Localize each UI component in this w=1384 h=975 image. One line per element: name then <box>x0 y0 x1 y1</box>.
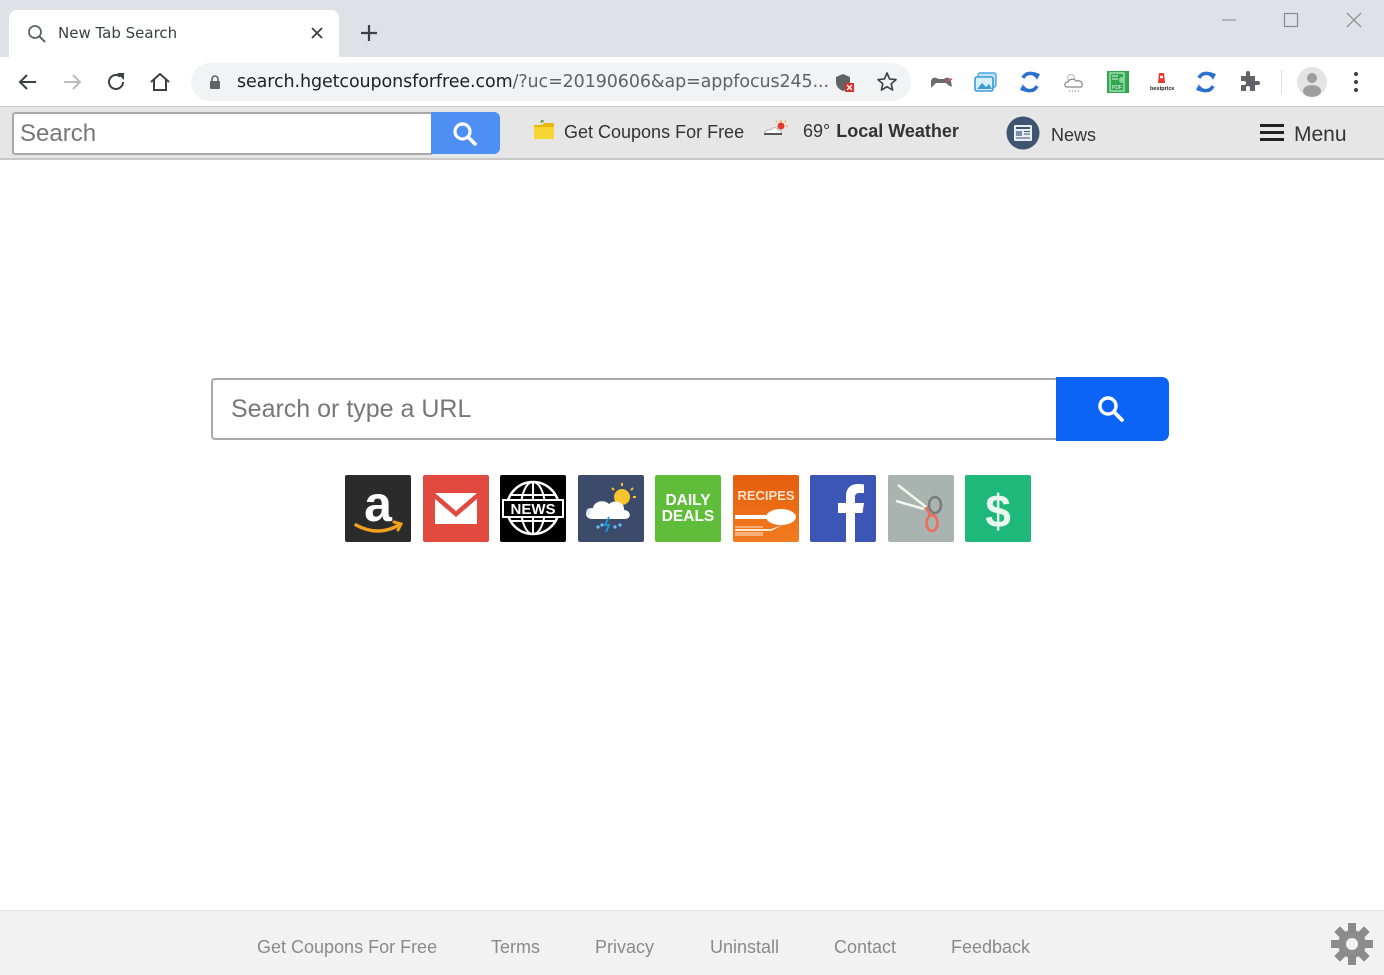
tab-title: New Tab Search <box>58 24 178 42</box>
toolbar-search-input[interactable] <box>14 114 432 153</box>
main-search-box[interactable] <box>211 378 1057 440</box>
svg-text:PDF: PDF <box>1112 85 1122 91</box>
svg-text:a: a <box>364 476 393 532</box>
news-link-label: News <box>1051 125 1097 145</box>
partly-cloudy-icon <box>763 120 789 143</box>
toolbar-search-button[interactable] <box>431 112 500 154</box>
daily-deals-label: DAILY DEALS <box>661 491 715 525</box>
back-icon[interactable] <box>15 69 41 95</box>
toolbar-separator <box>1281 70 1282 94</box>
sync-icon-2[interactable] <box>1193 69 1219 95</box>
url-path: /?uc=20190606&ap=appfocus245... <box>512 72 830 92</box>
dollar-icon: $ <box>985 485 1011 537</box>
browser-toolbar: search.hgetcouponsforfree.com/?uc=201906… <box>0 57 1384 107</box>
more-options-icon[interactable] <box>1344 69 1368 95</box>
weather-temperature: 69° <box>803 121 831 141</box>
daily-deals-line2: DEALS <box>661 507 715 525</box>
footer-link-feedback[interactable]: Feedback <box>951 937 1030 958</box>
tile-gmail[interactable] <box>422 475 489 542</box>
envelope-icon <box>434 493 477 524</box>
home-icon[interactable] <box>147 69 173 95</box>
url-text[interactable]: search.hgetcouponsforfree.com/?uc=201906… <box>237 72 829 92</box>
hamburger-icon <box>1260 122 1284 148</box>
coupons-link[interactable]: Get Coupons For Free <box>533 118 745 145</box>
puzzle-icon[interactable] <box>1237 69 1263 95</box>
url-host: search.hgetcouponsforfree.com <box>237 72 513 92</box>
coupon-folder-icon <box>533 118 555 145</box>
weather-icon[interactable] <box>1061 69 1087 95</box>
footer-link-contact[interactable]: Contact <box>834 937 896 958</box>
svg-text:RECIPES: RECIPES <box>737 488 794 503</box>
blocked-shield-icon[interactable] <box>834 72 856 94</box>
reload-icon[interactable] <box>103 69 129 95</box>
main-search-button[interactable] <box>1056 377 1169 441</box>
minimize-icon[interactable] <box>1214 8 1244 32</box>
footer-link-terms[interactable]: Terms <box>491 937 540 958</box>
tile-amazon[interactable]: a <box>345 475 411 542</box>
spoon-fork-icon: RECIPES <box>734 488 796 536</box>
coupons-link-label: Get Coupons For Free <box>564 122 745 142</box>
tab-new-tab-search[interactable]: New Tab Search <box>9 10 339 57</box>
gamepad-icon[interactable] <box>928 69 954 95</box>
tile-coupons[interactable] <box>887 475 954 542</box>
browser-titlebar: New Tab Search <box>0 0 1384 57</box>
close-tab-icon[interactable] <box>307 23 327 43</box>
toolbar-search-box[interactable] <box>12 112 432 155</box>
tile-facebook[interactable] <box>810 475 876 542</box>
lock-icon[interactable] <box>209 75 221 89</box>
extension-toolbar: Get Coupons For Free 69° Local Weather N… <box>0 107 1384 160</box>
tile-daily-deals[interactable]: DAILY DEALS <box>655 475 721 542</box>
svg-text:$: $ <box>985 485 1011 537</box>
amazon-logo-icon: a <box>354 476 404 533</box>
main-search-input[interactable] <box>213 380 1057 438</box>
menu-button[interactable]: Menu <box>1260 122 1347 148</box>
forward-icon[interactable] <box>59 69 85 95</box>
footer-link-privacy[interactable]: Privacy <box>595 937 654 958</box>
pdf-icon[interactable]: PDF <box>1105 69 1131 95</box>
search-icon <box>453 122 477 146</box>
globe-news-icon: NEWS <box>502 480 564 536</box>
close-window-icon[interactable] <box>1339 8 1369 32</box>
gear-icon[interactable] <box>1329 921 1375 967</box>
search-icon <box>1098 396 1124 422</box>
bestprice-icon[interactable]: bestprice <box>1149 69 1175 95</box>
bookmark-star-icon[interactable] <box>876 71 898 93</box>
daily-deals-line1: DAILY <box>665 491 711 509</box>
footer-link-coupons[interactable]: Get Coupons For Free <box>257 937 437 958</box>
storm-cloud-icon <box>585 483 636 533</box>
local-weather-link[interactable]: 69° Local Weather <box>763 120 959 143</box>
tile-news[interactable]: NEWS <box>500 475 566 542</box>
menu-label: Menu <box>1294 123 1347 146</box>
newspaper-icon <box>1006 116 1040 155</box>
tile-money[interactable]: $ <box>965 475 1031 542</box>
profile-avatar-icon[interactable] <box>1297 67 1327 97</box>
quick-links: a NEWS DAILY DEALS RECIPES $ <box>345 475 1031 542</box>
sync-icon[interactable] <box>1017 69 1043 95</box>
news-link[interactable]: News <box>1006 116 1096 155</box>
address-bar[interactable]: search.hgetcouponsforfree.com/?uc=201906… <box>191 63 911 101</box>
facebook-logo-icon <box>838 484 864 542</box>
plus-icon[interactable] <box>357 21 381 45</box>
weather-link-label: Local Weather <box>836 121 959 141</box>
footer-link-uninstall[interactable]: Uninstall <box>710 937 779 958</box>
tile-recipes[interactable]: RECIPES <box>732 475 799 542</box>
svg-text:bestprice: bestprice <box>1150 86 1174 92</box>
scissors-icon <box>895 484 942 533</box>
tile-weather[interactable] <box>577 475 644 542</box>
svg-text:NEWS: NEWS <box>511 501 556 518</box>
footer: Get Coupons For Free Terms Privacy Unins… <box>0 910 1384 975</box>
photos-icon[interactable] <box>973 69 999 95</box>
maximize-icon[interactable] <box>1276 8 1306 32</box>
search-icon <box>27 24 47 44</box>
